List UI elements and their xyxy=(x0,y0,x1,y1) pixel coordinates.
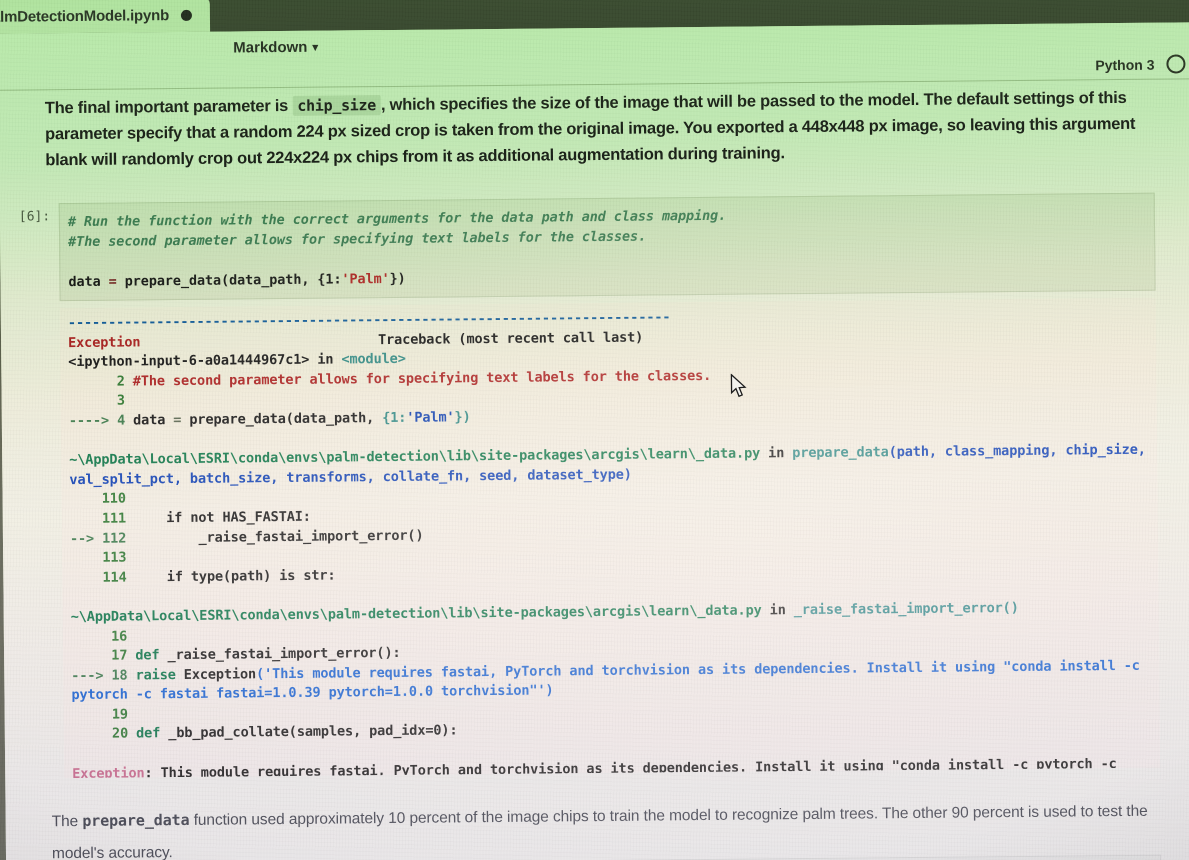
tb-f2-111-no: 111 xyxy=(69,510,135,528)
tb-f3-20-no: 20 xyxy=(71,725,137,743)
input-prompt-label: [6]: xyxy=(18,209,51,225)
tb-f3-18-kw: raise xyxy=(135,666,176,684)
tab-palm-detection-notebook[interactable]: almDetectionModel.ipynb xyxy=(0,0,211,34)
tb-line4-arrow: ----> 4 xyxy=(68,412,134,430)
tb-line4-e: {1: xyxy=(382,409,407,427)
monitor-screen: almDetectionModel.ipynb Markdown ▾ Pytho… xyxy=(0,0,1189,860)
code-tail: }) xyxy=(389,270,406,287)
tb-frame3-args: () xyxy=(1002,599,1019,617)
tb-f3-17-src: _raise_fastai_import_error(): xyxy=(159,645,401,664)
code-call: prepare_data(data_path, {1: xyxy=(124,271,342,290)
mouse-pointer-icon xyxy=(730,373,748,405)
kernel-idle-circle-icon xyxy=(1166,54,1186,74)
tb-line4-c: prepare_data xyxy=(189,410,286,428)
tb-f3-20-src: _bb_pad_collate(samples, pad_idx=0): xyxy=(160,722,458,742)
tb-line3-no: 3 xyxy=(68,392,125,410)
tb-f2-110-no: 110 xyxy=(69,490,126,508)
tb-frame1-file: <ipython-input-6-a0a1444967c1> xyxy=(68,351,310,371)
tb-f3-16-no: 16 xyxy=(70,628,128,645)
cell-type-label: Markdown xyxy=(233,38,308,57)
unsaved-dot-icon xyxy=(180,9,193,21)
tb-frame1-in: in xyxy=(309,351,342,368)
cell-type-dropdown[interactable]: Markdown ▾ xyxy=(233,39,318,57)
code-string: 'Palm' xyxy=(341,270,390,288)
tb-frame3-in: in xyxy=(761,602,794,619)
cell-output-traceback: ----------------------------------------… xyxy=(59,297,1161,779)
md-bottom-part2: function used approximately 10 percent o… xyxy=(51,802,1148,860)
code-operator: = xyxy=(100,273,125,290)
md-bottom-part1: The xyxy=(51,812,83,831)
tb-line2-no: 2 xyxy=(68,373,133,390)
tb-f2-111-src: if not HAS_FASTAI: xyxy=(133,508,311,527)
tb-line4-f: 'Palm' xyxy=(406,409,455,426)
inline-code-prepare-data: prepare_data xyxy=(82,810,190,830)
tb-frame3-func: _raise_fastai_import_error xyxy=(793,600,1003,619)
tb-frame2-in: in xyxy=(760,445,793,462)
tb-line4-b: = xyxy=(165,411,190,429)
tb-line4-a: data xyxy=(133,412,166,429)
tb-f3-18-no: ---> 18 xyxy=(71,667,136,684)
browser-tab-bar: almDetectionModel.ipynb xyxy=(0,0,218,34)
code-comment-2: #The second parameter allows for specify… xyxy=(68,228,647,251)
inline-code-chip-size: chip_size xyxy=(292,95,382,116)
tb-f3-19-no: 19 xyxy=(71,706,128,723)
tb-line4-g: }) xyxy=(454,409,471,426)
tb-line2-src: #The second parameter allows for specify… xyxy=(132,367,712,390)
tb-f3-17-no: 17 xyxy=(71,647,136,665)
code-var: data xyxy=(68,273,101,291)
tb-final-exc-name: Exception xyxy=(72,765,145,779)
tb-line4-d: (data_path, xyxy=(285,410,383,427)
tb-frame1-func: <module> xyxy=(341,351,406,368)
tab-title: almDetectionModel.ipynb xyxy=(0,6,170,26)
markdown-paragraph-top: The final important parameter is chip_si… xyxy=(45,85,1141,174)
tb-frame2-func: prepare_data xyxy=(792,444,889,462)
screen-photo: almDetectionModel.ipynb Markdown ▾ Pytho… xyxy=(0,0,1189,860)
tb-f2-112-src: _raise_fastai_import_error() xyxy=(134,527,424,546)
notebook-page: Markdown ▾ Python 3 The final important … xyxy=(0,22,1189,860)
tb-f2-113-no: 113 xyxy=(70,549,127,567)
tb-f3-18-exc: Exception xyxy=(175,665,257,683)
tb-f3-17-kw: def xyxy=(135,647,160,664)
markdown-paragraph-bottom: The prepare_data function used approxima… xyxy=(52,795,1153,860)
tb-f2-112-no: --> 112 xyxy=(69,529,135,547)
kernel-indicator[interactable]: Python 3 xyxy=(1095,54,1186,74)
code-input-cell[interactable]: # Run the function with the correct argu… xyxy=(58,192,1156,302)
tb-f3-20-kw: def xyxy=(136,725,161,742)
tb-f2-114-no: 114 xyxy=(70,569,135,586)
chevron-down-icon: ▾ xyxy=(312,41,319,54)
kernel-name-label: Python 3 xyxy=(1095,56,1155,73)
tb-f2-114-src: if type(path) is str: xyxy=(134,567,336,586)
md-top-part1: The final important parameter is xyxy=(44,96,293,118)
tb-header-right: Traceback (most recent call last) xyxy=(377,329,644,348)
